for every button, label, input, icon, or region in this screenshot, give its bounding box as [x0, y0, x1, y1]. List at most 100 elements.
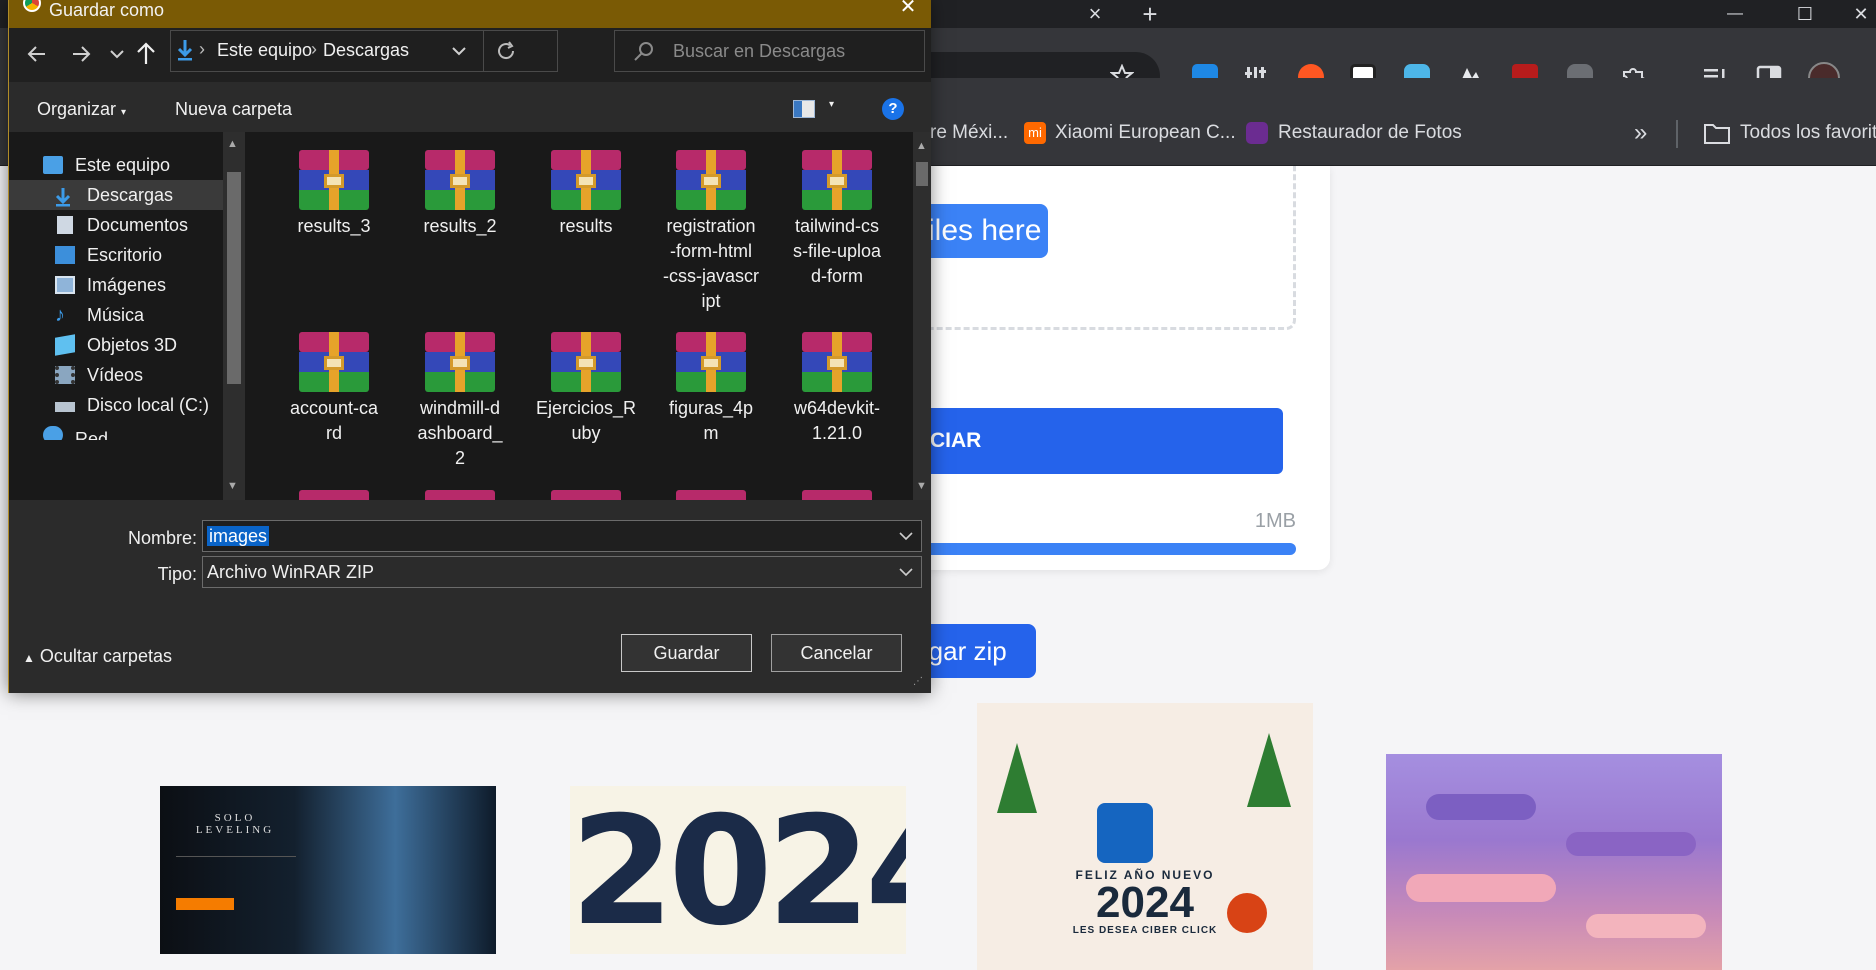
feliz-ano-nuevo-thumbnail[interactable]: FELIZ AÑO NUEVO 2024 LES DESEA CIBER CLI… [977, 703, 1313, 970]
view-options-chevron-icon[interactable]: ▾ [829, 99, 834, 110]
file-type-select[interactable]: Archivo WinRAR ZIP [202, 556, 922, 588]
navigation-scrollbar[interactable]: ▲ ▼ [223, 132, 245, 500]
address-breadcrumb[interactable]: › Este equipo › Descargas [170, 30, 558, 72]
cloud-decoration [1426, 794, 1536, 820]
organize-button[interactable]: Organizar ▾ [37, 99, 126, 120]
dialog-footer: Nombre: images Tipo: Archivo WinRAR ZIP … [9, 500, 931, 693]
scroll-up-arrow-icon[interactable]: ▲ [227, 138, 238, 150]
winrar-archive-icon[interactable] [676, 490, 746, 500]
nav-item-imagenes[interactable]: Imágenes [9, 270, 223, 300]
desktop-icon [55, 246, 75, 264]
bookmark-item[interactable]: Todos los favorito [1740, 118, 1876, 148]
filename-dropdown-chevron-icon[interactable] [899, 531, 913, 541]
progress-bar [910, 543, 1296, 555]
maximize-window-button[interactable]: ☐ [1790, 0, 1820, 28]
back-arrow-icon[interactable] [25, 42, 49, 71]
nav-item-este-equipo[interactable]: Este equipo [9, 150, 223, 180]
nav-item-escritorio[interactable]: Escritorio [9, 240, 223, 270]
close-window-button[interactable]: ✕ [1846, 0, 1876, 28]
search-input[interactable]: Buscar en Descargas [614, 30, 925, 72]
bookmark-item[interactable]: re Méxi... [930, 118, 1008, 148]
new-folder-button[interactable]: Nueva carpeta [175, 99, 292, 120]
browse-files-button[interactable]: iles here [920, 204, 1048, 258]
file-item[interactable]: tailwind-cs s-file-uploa d-form [784, 150, 890, 289]
winrar-archive-icon[interactable] [425, 490, 495, 500]
resize-grip-icon[interactable]: ⋰ [913, 676, 923, 687]
recent-locations-chevron-icon[interactable] [109, 46, 125, 67]
file-label: results [559, 216, 613, 236]
file-item[interactable]: results_2 [407, 150, 513, 239]
forward-arrow-icon[interactable] [69, 42, 93, 71]
file-item[interactable]: figuras_4p m [658, 332, 764, 446]
purple-clouds-thumbnail[interactable] [1386, 754, 1722, 970]
up-arrow-icon[interactable] [135, 40, 157, 71]
bookmark-label: Todos los favorito [1740, 122, 1876, 143]
file-item[interactable]: registration -form-html -css-javascr ipt [658, 150, 764, 314]
nav-item-descargas[interactable]: Descargas [9, 180, 223, 210]
file-type-dropdown-chevron-icon[interactable] [899, 567, 913, 577]
nav-item-musica[interactable]: ♪ Música [9, 300, 223, 330]
winrar-archive-icon[interactable] [802, 490, 872, 500]
minimize-window-button[interactable]: — [1720, 0, 1750, 28]
more-bookmarks-button[interactable]: » [1634, 118, 1647, 148]
video-icon [55, 366, 75, 384]
folder-icon [1704, 122, 1730, 149]
winrar-archive-icon [425, 150, 495, 210]
download-zip-button[interactable]: rgar zip [920, 624, 1036, 678]
start-button[interactable]: CIAR [920, 408, 1283, 474]
computer-icon [43, 156, 63, 174]
winrar-archive-icon[interactable] [299, 490, 369, 500]
file-item[interactable]: results [533, 150, 639, 239]
refresh-icon[interactable] [495, 40, 517, 67]
nav-item-documentos[interactable]: Documentos [9, 210, 223, 240]
cloud-decoration [1586, 914, 1706, 938]
nav-item-label: Escritorio [87, 245, 163, 265]
scrollbar-thumb[interactable] [227, 172, 241, 384]
nav-item-objetos-3d[interactable]: Objetos 3D [9, 330, 223, 360]
save-button[interactable]: Guardar [621, 634, 752, 672]
winrar-archive-icon[interactable] [551, 490, 621, 500]
file-item[interactable]: results_3 [281, 150, 387, 239]
navigation-pane: Este equipo Descargas Documentos Escrito… [9, 132, 245, 500]
cancel-button[interactable]: Cancelar [771, 634, 902, 672]
scroll-down-arrow-icon[interactable]: ▼ [916, 480, 927, 492]
bookmark-item[interactable]: Xiaomi European C... [1055, 118, 1236, 148]
nav-item-red[interactable]: Red [9, 420, 223, 440]
search-placeholder: Buscar en Descargas [673, 41, 846, 61]
dialog-close-button[interactable]: ✕ [893, 0, 923, 17]
close-tab-icon[interactable]: × [1080, 0, 1110, 28]
file-list-scrollbar[interactable]: ▲ ▼ [913, 132, 931, 500]
tree-decoration [1247, 733, 1291, 807]
dialog-title-bar[interactable]: Guardar como ✕ [9, 0, 931, 28]
bookmark-item[interactable]: Restaurador de Fotos [1278, 118, 1462, 148]
view-options-icon[interactable] [793, 100, 815, 118]
file-item[interactable]: account-ca rd [281, 332, 387, 446]
breadcrumb-item[interactable]: Descargas [323, 40, 409, 61]
help-button[interactable]: ? [882, 98, 904, 120]
scrollbar-thumb[interactable] [916, 162, 928, 186]
nav-item-disco-local[interactable]: Disco local (C:) [9, 390, 223, 420]
hide-folders-toggle[interactable]: ▲ Ocultar carpetas [23, 646, 172, 667]
new-tab-button[interactable]: + [1135, 0, 1165, 28]
cloud-decoration [1566, 832, 1696, 856]
file-size-label: 1MB [1254, 510, 1296, 532]
filename-input[interactable]: images [202, 520, 922, 552]
scroll-down-arrow-icon[interactable]: ▼ [227, 480, 238, 492]
file-item[interactable]: windmill-d ashboard_ 2 [407, 332, 513, 471]
nav-item-label: Disco local (C:) [87, 395, 210, 415]
nav-item-label: Vídeos [87, 365, 144, 385]
file-item[interactable]: w64devkit- 1.21.0 [784, 332, 890, 446]
nav-item-videos[interactable]: Vídeos [9, 360, 223, 390]
breadcrumb-item[interactable]: Este equipo [217, 40, 312, 61]
thumbnail-caption: LES DESEA CIBER CLICK [1072, 925, 1218, 936]
file-item[interactable]: Ejercicios_R uby [533, 332, 639, 446]
solo-leveling-thumbnail[interactable]: SOLO LEVELING [160, 786, 496, 954]
organize-label: Organizar [37, 99, 117, 119]
progress-fill [910, 543, 1296, 555]
file-list-pane: results_3 results_2 results registration -f… [245, 132, 931, 500]
thumbnail-button [176, 898, 234, 910]
file-label: windmill-d ashboard_ 2 [417, 398, 503, 468]
scroll-up-arrow-icon[interactable]: ▲ [916, 140, 927, 152]
year-2024-thumbnail[interactable]: 2024 [570, 786, 906, 954]
address-dropdown-chevron-icon[interactable] [451, 43, 467, 64]
